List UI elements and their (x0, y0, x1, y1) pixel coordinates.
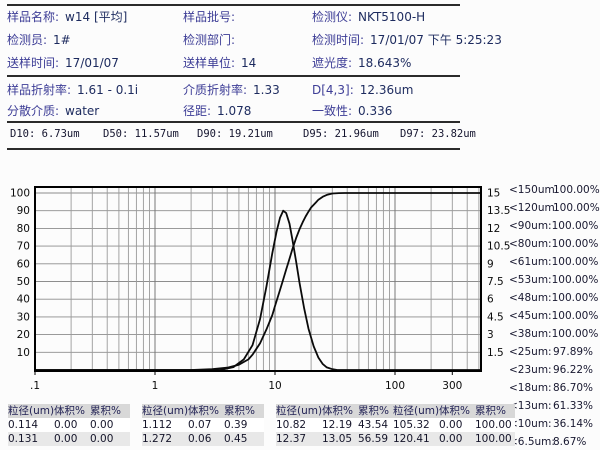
separator-line (7, 4, 460, 6)
svg-text:90: 90 (17, 205, 30, 217)
size-list-item: <6.5um:8.67% (509, 436, 597, 448)
svg-text:13.5: 13.5 (487, 205, 510, 217)
field-obscuration: 遮光度:18.643% (312, 56, 411, 70)
size-list-item: <53um:100.00% (509, 274, 597, 286)
svg-text:15: 15 (487, 188, 500, 200)
svg-text:10: 10 (268, 380, 281, 392)
table-row: 1.1120.070.39 (142, 418, 264, 432)
field-d97: D97: 23.82um (400, 128, 476, 140)
svg-text:7.5: 7.5 (487, 276, 504, 288)
svg-text:70: 70 (17, 241, 30, 253)
table-row: 0.1310.000.00 (8, 432, 130, 446)
size-list-item: <90um:100.00% (509, 220, 597, 232)
size-list-item: <150um:100.00% (509, 184, 597, 196)
svg-text:20: 20 (17, 329, 30, 341)
field-sample-name: 样品名称:w14 [平均] (7, 10, 127, 24)
table-row: 10.8212.1943.54 (276, 418, 398, 432)
size-list-item: <38um:100.00% (509, 328, 597, 340)
size-list-item: <25um:97.89% (509, 346, 597, 358)
svg-text:.1: .1 (30, 380, 40, 392)
table-row: 1.2720.060.45 (142, 432, 264, 446)
field-sample-ri: 样品折射率:1.61 - 0.1i (7, 83, 138, 97)
svg-text:300: 300 (442, 380, 462, 392)
separator-line (7, 75, 460, 77)
svg-text:6: 6 (487, 294, 494, 306)
field-d10: D10: 6.73um (10, 128, 80, 140)
svg-text:3: 3 (487, 329, 494, 341)
size-list-item: <80um:100.00% (509, 238, 597, 250)
field-inspector: 检测员:1# (7, 33, 71, 47)
field-d95: D95: 21.96um (303, 128, 379, 140)
svg-text:10: 10 (17, 347, 30, 359)
table-row: 105.320.00100.00 (393, 418, 515, 432)
particle-size-report: 100 90 80 70 60 50 40 30 20 10 15 13.5 12 10.5 9 7.5 6 4.… (0, 0, 600, 450)
field-dispersant: 分散介质:water (7, 104, 99, 118)
size-list-item: <18um:86.70% (509, 382, 597, 394)
svg-text:10.5: 10.5 (487, 241, 510, 253)
svg-text:9: 9 (487, 258, 494, 270)
table-row: 0.1140.000.00 (8, 418, 130, 432)
field-instrument: 检测仪:NKT5100-H (312, 10, 425, 24)
field-delivery-unit: 送样单位:14 (183, 56, 256, 70)
svg-text:30: 30 (17, 311, 30, 323)
svg-text:80: 80 (17, 223, 30, 235)
table-header: 粒径(um)体积%累积% (8, 404, 130, 418)
size-list-item: <23um:96.22% (509, 364, 597, 376)
svg-text:4.5: 4.5 (487, 311, 504, 323)
separator-line (7, 121, 460, 123)
svg-text:60: 60 (17, 258, 30, 270)
table-row: 120.410.00100.00 (393, 432, 515, 446)
size-list-item: <120um:100.00% (509, 202, 597, 214)
table-row: 12.3713.0556.59 (276, 432, 398, 446)
field-test-time: 检测时间:17/01/07 下午 5:25:23 (312, 33, 502, 47)
table-header: 粒径(um)体积%累积% (276, 404, 398, 418)
separator-line (7, 148, 460, 150)
size-table-group: 粒径(um)体积%累积% 105.320.00100.00 120.410.00… (393, 404, 515, 446)
size-table-group: 粒径(um)体积%累积% 0.1140.000.00 0.1310.000.00 (8, 404, 130, 446)
field-d90: D90: 19.21um (197, 128, 273, 140)
size-table-group: 粒径(um)体积%累积% 1.1120.070.39 1.2720.060.45 (142, 404, 264, 446)
svg-text:100: 100 (385, 380, 405, 392)
size-list-item: <48um:100.00% (509, 292, 597, 304)
svg-text:1.5: 1.5 (487, 347, 504, 359)
size-list-item: <10um:36.14% (509, 418, 597, 430)
size-list-item: <13um:61.33% (509, 400, 597, 412)
table-header: 粒径(um)体积%累积% (393, 404, 515, 418)
field-delivery-time: 送样时间:17/01/07 (7, 56, 119, 70)
svg-text:12: 12 (487, 223, 500, 235)
svg-text:1: 1 (152, 380, 159, 392)
svg-text:40: 40 (17, 294, 30, 306)
field-span: 径距:1.078 (183, 104, 251, 118)
field-d43: D[4,3]:12.36um (312, 83, 413, 97)
svg-text:100: 100 (10, 188, 30, 200)
field-uniformity: 一致性:0.336 (312, 104, 392, 118)
field-medium-ri: 介质折射率:1.33 (183, 83, 280, 97)
field-sample-batch: 样品批号: (183, 10, 241, 24)
size-list-item: <45um:100.00% (509, 310, 597, 322)
table-header: 粒径(um)体积%累积% (142, 404, 264, 418)
field-d50: D50: 11.57um (103, 128, 179, 140)
svg-text:50: 50 (17, 276, 30, 288)
field-department: 检测部门: (183, 33, 241, 47)
size-table-group: 粒径(um)体积%累积% 10.8212.1943.54 12.3713.055… (276, 404, 398, 446)
size-list-item: <61um:100.00% (509, 256, 597, 268)
